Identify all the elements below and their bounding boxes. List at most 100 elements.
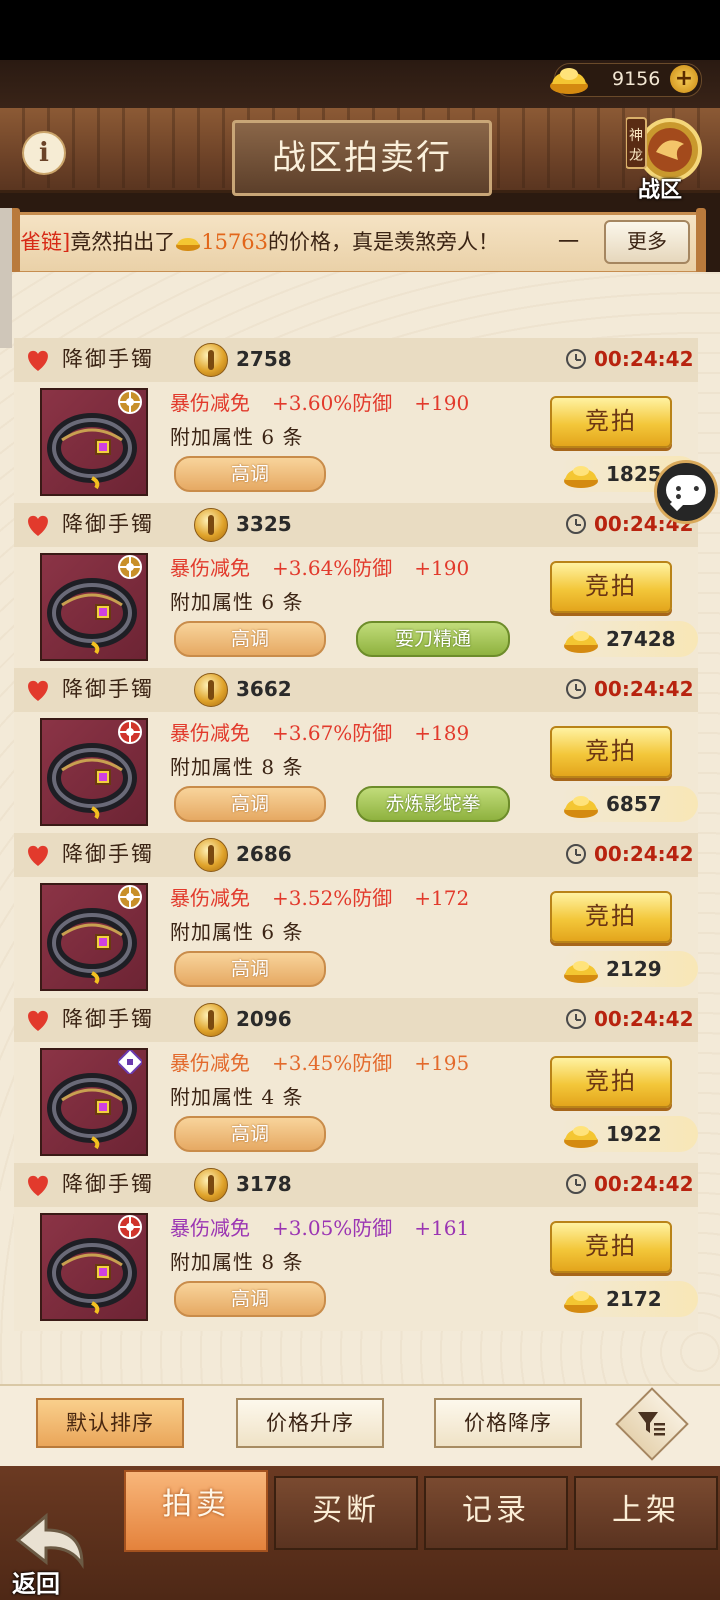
side-edge xyxy=(0,208,12,348)
countdown-timer: 00:24:42 xyxy=(594,677,694,701)
tone-tag: 高调 xyxy=(174,621,326,657)
gold-ingot-icon xyxy=(564,796,598,818)
zone-badge-text-2: 龙 xyxy=(629,148,643,164)
more-button[interactable]: 更多 xyxy=(604,220,690,264)
buyout-price: 27428 xyxy=(606,627,676,651)
item-name: 降御手镯 xyxy=(62,347,154,371)
tone-tag: 高调 xyxy=(174,1116,326,1152)
item-stats: 暴伤减免 +3.64%防御 +190 xyxy=(170,553,491,583)
start-price-coin-icon xyxy=(194,673,228,707)
bid-button[interactable]: 竞拍 xyxy=(550,1221,672,1273)
add-gold-button[interactable]: + xyxy=(670,65,698,93)
tone-tag: 高调 xyxy=(174,1281,326,1317)
countdown-timer: 00:24:42 xyxy=(594,347,694,371)
favorite-heart-icon[interactable] xyxy=(24,1006,52,1034)
tab-buyout[interactable]: 买断 xyxy=(274,1476,418,1550)
ticker-tail: 一 xyxy=(558,230,579,254)
favorite-heart-icon[interactable] xyxy=(24,676,52,704)
auction-item[interactable]: 降御手镯 3178 00:24:42 暴伤减免 +3.05%防御 +161 附加属性 8 条… xyxy=(14,1163,698,1331)
tone-tag: 高调 xyxy=(174,456,326,492)
clock-icon xyxy=(566,514,586,534)
stat-2: +3.67%防御 xyxy=(272,721,393,745)
stat-2: +3.45%防御 xyxy=(272,1051,393,1075)
bid-button[interactable]: 竞拍 xyxy=(550,1056,672,1108)
tab-list-item[interactable]: 上架 xyxy=(574,1476,718,1550)
start-price: 2686 xyxy=(236,842,292,866)
auction-list[interactable]: 降御手镯 2758 00:24:42 暴伤减免 +3.60%防御 +190 附加属性 6 条… xyxy=(14,338,698,1336)
stat-2: +3.64%防御 xyxy=(272,556,393,580)
back-button-label[interactable]: 返回 xyxy=(12,1564,60,1599)
item-name: 降御手镯 xyxy=(62,512,154,536)
start-price: 3178 xyxy=(236,1172,292,1196)
ticker-text-before: 竟然拍出了 xyxy=(70,230,176,254)
tab-records[interactable]: 记录 xyxy=(424,1476,568,1550)
gold-ingot-icon xyxy=(564,1126,598,1148)
item-name: 降御手镯 xyxy=(62,1007,154,1031)
item-name: 降御手镯 xyxy=(62,842,154,866)
item-stats: 暴伤减免 +3.05%防御 +161 xyxy=(170,1213,491,1243)
buyout-price: 2129 xyxy=(606,957,662,981)
sort-default-button[interactable]: 默认排序 xyxy=(36,1398,184,1448)
countdown-timer: 00:24:42 xyxy=(594,1172,694,1196)
info-icon[interactable]: i xyxy=(22,131,66,175)
stat-3: +189 xyxy=(414,721,470,745)
item-stats: 暴伤减免 +3.52%防御 +172 xyxy=(170,883,491,913)
gold-ingot-icon xyxy=(550,68,588,94)
tone-tag: 高调 xyxy=(174,786,326,822)
item-name: 降御手镯 xyxy=(62,677,154,701)
start-price: 2096 xyxy=(236,1007,292,1031)
clock-icon xyxy=(566,1009,586,1029)
start-price-coin-icon xyxy=(194,1003,228,1037)
sort-price-asc-button[interactable]: 价格升序 xyxy=(236,1398,384,1448)
bid-button[interactable]: 竞拍 xyxy=(550,891,672,943)
chat-button[interactable]: • • • xyxy=(654,460,718,524)
favorite-heart-icon[interactable] xyxy=(24,511,52,539)
start-price-coin-icon xyxy=(194,838,228,872)
favorite-heart-icon[interactable] xyxy=(24,1171,52,1199)
auction-item[interactable]: 降御手镯 2096 00:24:42 暴伤减免 +3.45%防御 +195 附加属性 4 条… xyxy=(14,998,698,1166)
tone-tag: 高调 xyxy=(174,951,326,987)
extra-attributes: 附加属性 8 条 xyxy=(170,755,304,779)
quality-badge-icon xyxy=(118,555,142,579)
stat-3: +172 xyxy=(414,886,470,910)
page-title: 战区拍卖行 xyxy=(272,138,452,178)
bid-button[interactable]: 竞拍 xyxy=(550,396,672,448)
start-price: 3662 xyxy=(236,677,292,701)
favorite-heart-icon[interactable] xyxy=(24,346,52,374)
gold-ingot-icon xyxy=(564,466,598,488)
zone-badge-text-1: 神 xyxy=(629,128,643,144)
clock-icon xyxy=(566,679,586,699)
title-plaque: 战区拍卖行 xyxy=(232,120,492,196)
extra-attributes: 附加属性 6 条 xyxy=(170,920,304,944)
countdown-timer: 00:24:42 xyxy=(594,1007,694,1031)
item-stats: 暴伤减免 +3.67%防御 +189 xyxy=(170,718,491,748)
auction-item[interactable]: 降御手镯 2758 00:24:42 暴伤减免 +3.60%防御 +190 附加属性 6 条… xyxy=(14,338,698,506)
skill-tag: 耍刀精通 xyxy=(356,621,510,657)
stat-3: +190 xyxy=(414,391,470,415)
tab-auction[interactable]: 拍卖 xyxy=(124,1470,268,1552)
stat-2: +3.52%防御 xyxy=(272,886,393,910)
start-price-coin-icon xyxy=(194,1168,228,1202)
favorite-heart-icon[interactable] xyxy=(24,841,52,869)
filter-icon xyxy=(638,1412,665,1436)
buyout-price: 6857 xyxy=(606,792,662,816)
extra-attributes: 附加属性 6 条 xyxy=(170,425,304,449)
stat-2: +3.05%防御 xyxy=(272,1216,393,1240)
auction-item[interactable]: 降御手镯 2686 00:24:42 暴伤减免 +3.52%防御 +172 附加属性 6 条… xyxy=(14,833,698,1001)
auction-item[interactable]: 降御手镯 3325 00:24:42 暴伤减免 +3.64%防御 +190 附加属性 6 条… xyxy=(14,503,698,671)
gold-ingot-icon xyxy=(564,1291,598,1313)
announcement-ticker: 雀链]竟然拍出了 15763的价格，真是羡煞旁人！ xyxy=(20,222,560,262)
clock-icon xyxy=(566,844,586,864)
stat-3: +190 xyxy=(414,556,470,580)
extra-attributes: 附加属性 4 条 xyxy=(170,1085,304,1109)
zone-label[interactable]: 战区 xyxy=(632,172,688,204)
stat-1: 暴伤减免 xyxy=(170,721,250,745)
skill-tag: 赤炼影蛇拳 xyxy=(356,786,510,822)
buyout-price: 1922 xyxy=(606,1122,662,1146)
stat-1: 暴伤减免 xyxy=(170,391,250,415)
sort-price-desc-button[interactable]: 价格降序 xyxy=(434,1398,582,1448)
bid-button[interactable]: 竞拍 xyxy=(550,561,672,613)
auction-item[interactable]: 降御手镯 3662 00:24:42 暴伤减免 +3.67%防御 +189 附加属性 8 条… xyxy=(14,668,698,836)
ticker-text-after: 的价格，真是羡煞旁人！ xyxy=(268,230,500,254)
bid-button[interactable]: 竞拍 xyxy=(550,726,672,778)
